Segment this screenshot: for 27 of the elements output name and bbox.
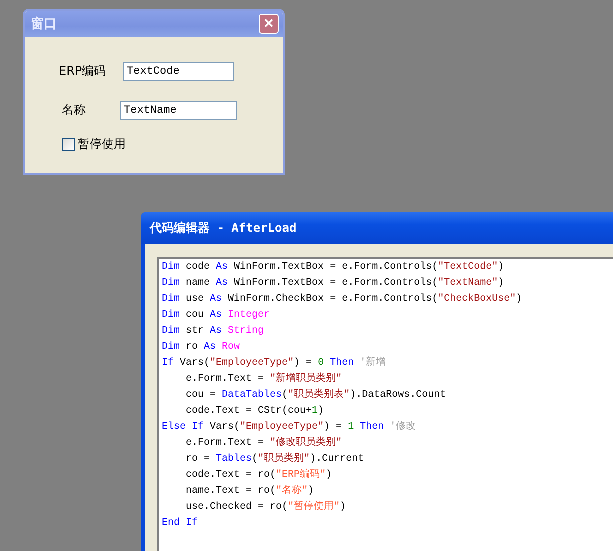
code-line: If Vars("EmployeeType") = 0 Then '新增 xyxy=(162,356,388,371)
code-line: name.Text = ro("名称") xyxy=(185,484,316,499)
code-line: use.Checked = ro("暂停使用") xyxy=(185,500,348,515)
input-field[interactable]: TextCode xyxy=(123,62,234,81)
window-title: 代码编辑器 - AfterLoad xyxy=(150,220,297,236)
code-line: Dim str As String xyxy=(162,324,266,339)
code-line: Dim name As WinForm.TextBox = e.Form.Controls("TextName") xyxy=(162,276,506,291)
window-title: 窗口 xyxy=(31,16,57,33)
code-line: e.Form.Text = "修改职员类别" xyxy=(185,436,344,451)
code-line: Else If Vars("EmployeeType") = 1 Then '修改 xyxy=(162,420,418,435)
code-line: End If xyxy=(162,516,200,531)
checkbox-label: 暂停使用 xyxy=(78,136,126,153)
code-line: Dim cou As Integer xyxy=(162,308,272,323)
field-label: 名称 xyxy=(62,102,87,119)
code-line: cou = DataTables("职员类别表").DataRows.Count xyxy=(185,388,448,403)
code-line: e.Form.Text = "新增职员类别" xyxy=(185,372,344,387)
field-label: ERP编码 xyxy=(59,63,108,80)
input-field[interactable]: TextName xyxy=(120,101,237,120)
code-line: Dim use As WinForm.CheckBox = e.Form.Controls("CheckBoxUse") xyxy=(162,292,524,307)
close-button[interactable]: ✕ xyxy=(259,14,279,34)
code-line: code.Text = CStr(cou+1) xyxy=(185,404,326,419)
code-line: Dim ro As Row xyxy=(162,340,242,355)
code-line: Dim code As WinForm.TextBox = e.Form.Controls("TextCode") xyxy=(162,260,506,275)
code-line: code.Text = ro("ERP编码") xyxy=(185,468,334,483)
code-line: ro = Tables("职员类别").Current xyxy=(185,452,366,467)
code-area[interactable] xyxy=(157,257,613,551)
checkbox[interactable] xyxy=(62,138,75,151)
